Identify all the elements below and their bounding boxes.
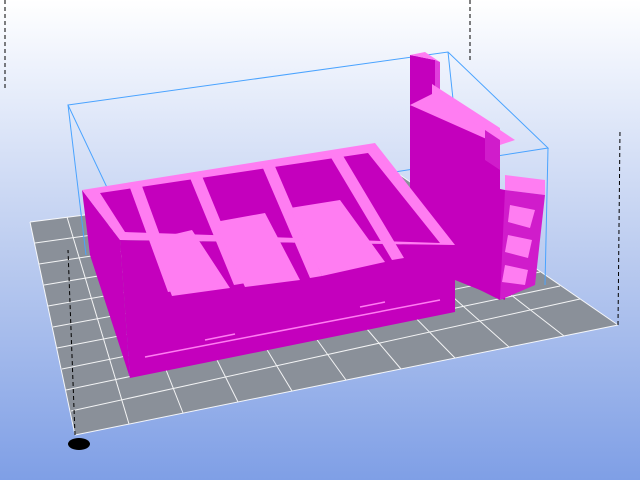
scene-canvas[interactable] <box>0 0 640 480</box>
shelf-unit-front <box>455 180 505 300</box>
3d-viewport[interactable] <box>0 0 640 480</box>
origin-marker <box>68 438 90 450</box>
